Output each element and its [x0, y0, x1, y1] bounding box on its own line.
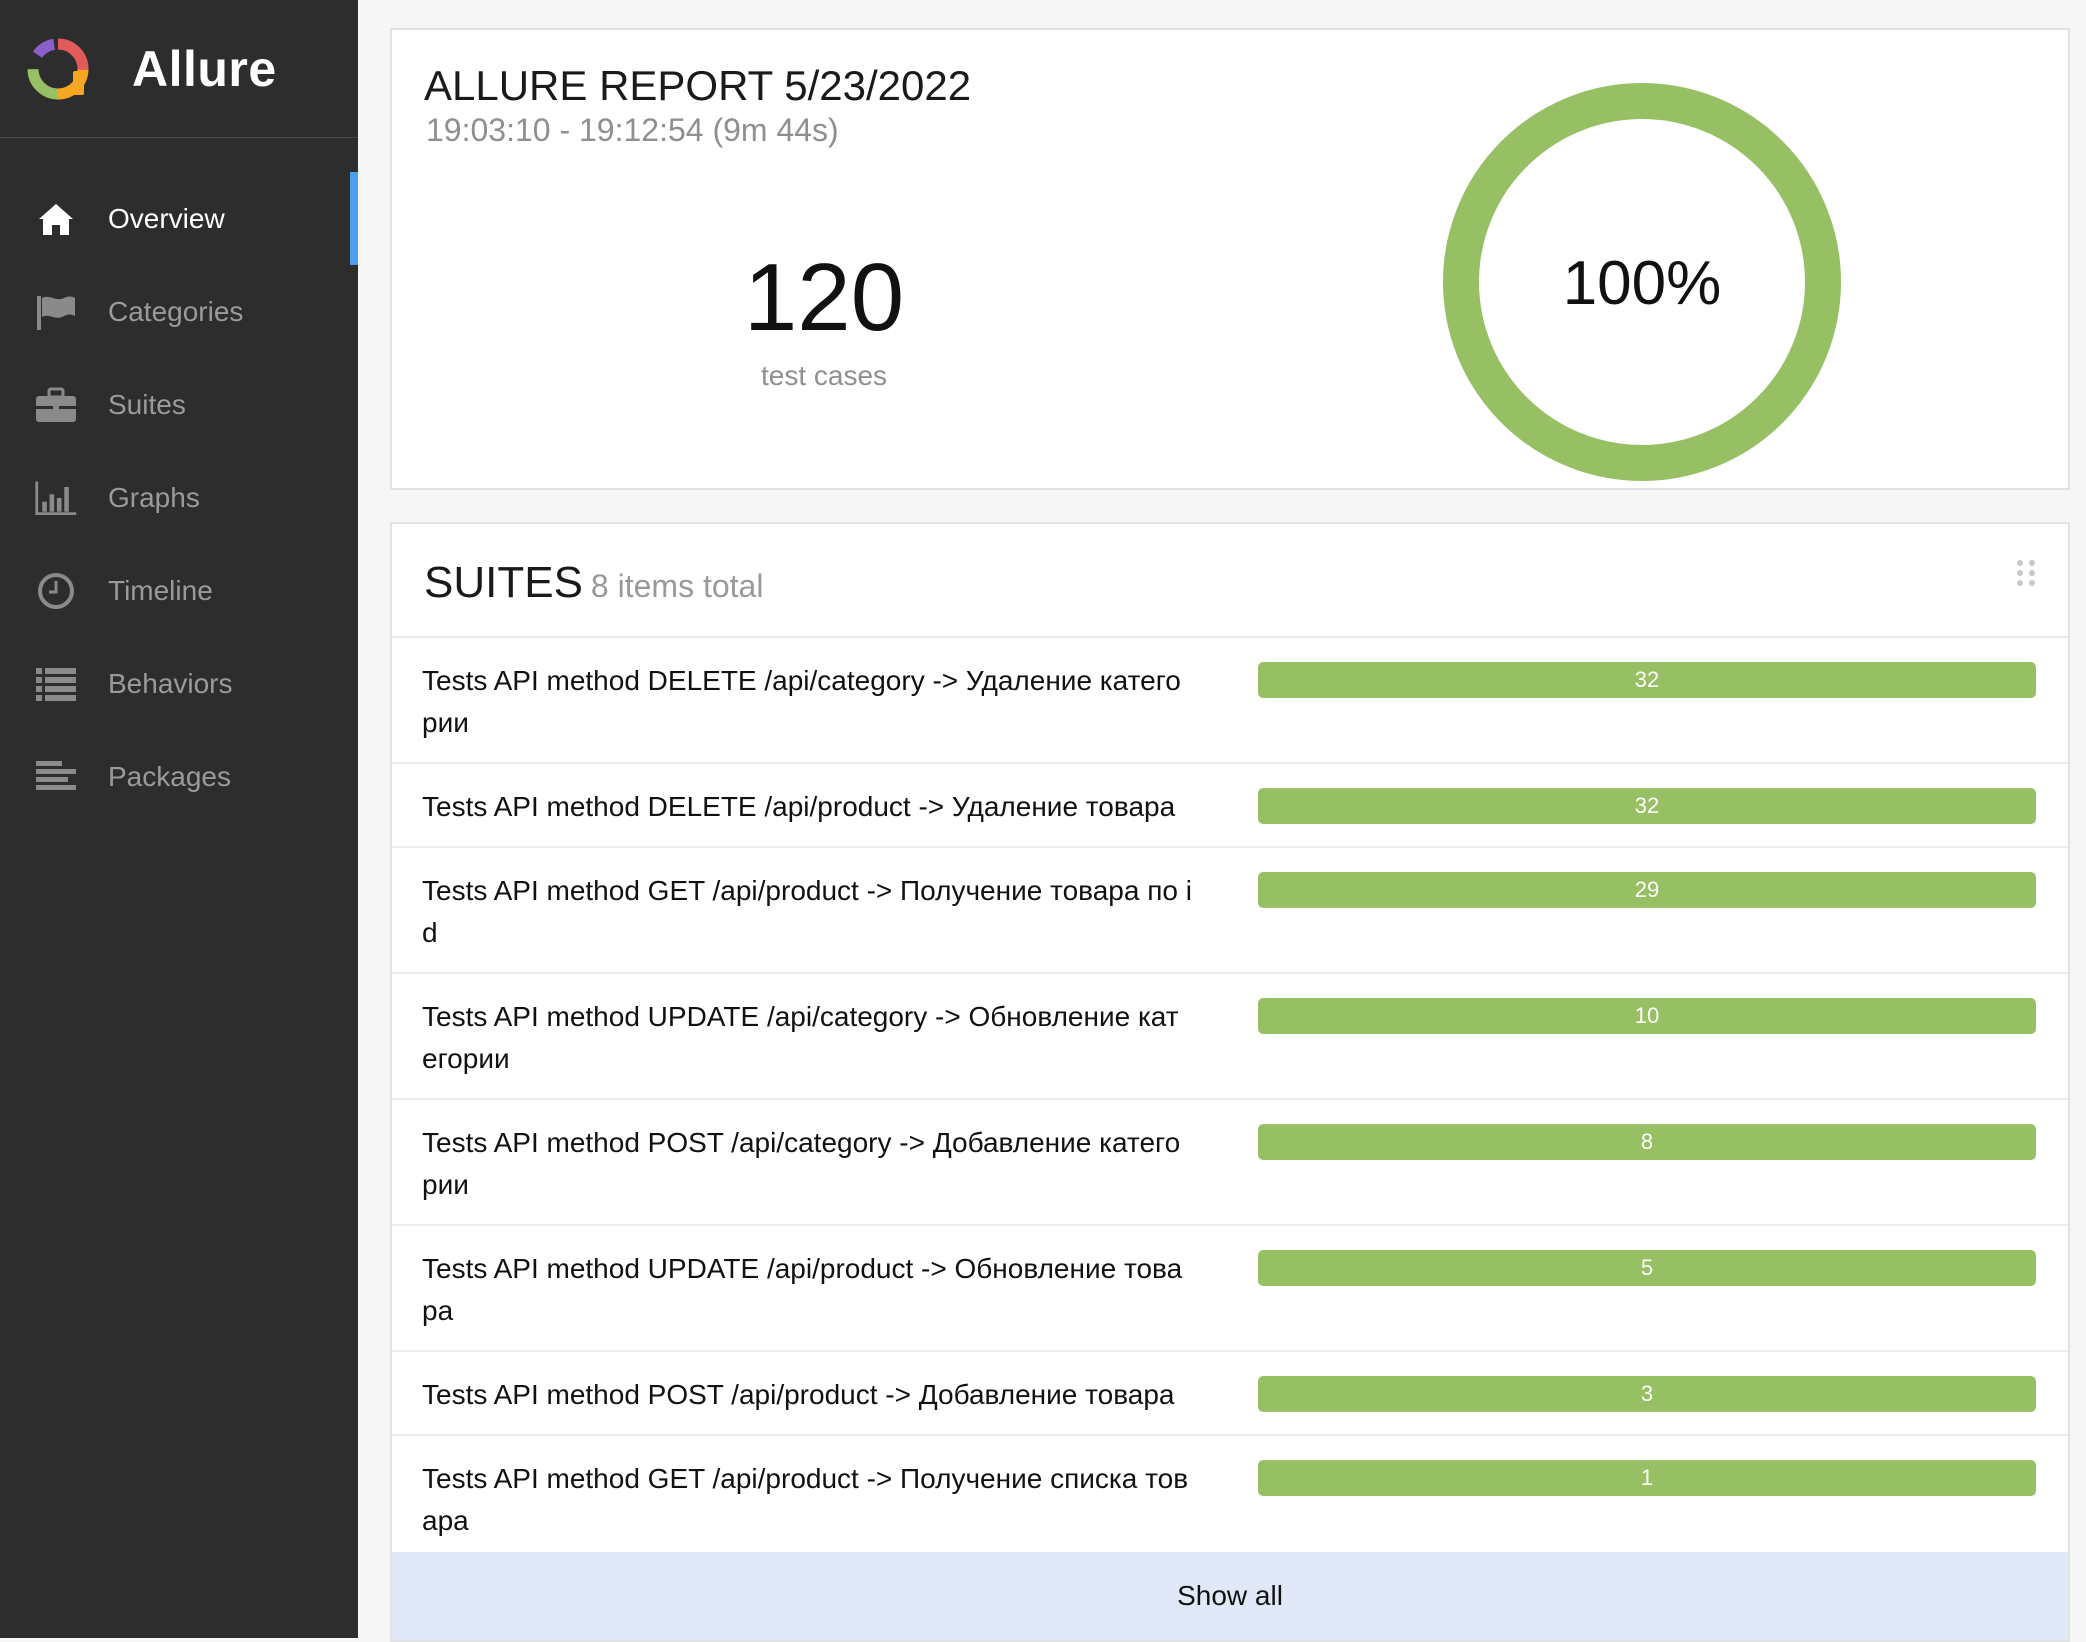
allure-logo-icon: [27, 38, 89, 99]
sidebar: Allure Overview Categories Suites Graphs: [0, 0, 358, 1638]
nav-label: Overview: [108, 202, 225, 234]
nav-item-timeline[interactable]: Timeline: [0, 544, 358, 637]
flag-icon: [34, 292, 78, 332]
suite-count: 5: [1258, 1250, 2036, 1286]
success-rate-text: 100%: [1563, 249, 1722, 318]
suite-count: 32: [1258, 662, 2036, 698]
clock-icon: [34, 571, 78, 611]
nav-label: Graphs: [108, 481, 200, 513]
suite-count: 1: [1258, 1460, 2036, 1496]
suite-status-bar: 1: [1258, 1460, 2036, 1496]
nav-label: Timeline: [108, 574, 213, 606]
suite-name: Tests API method GET /api/product -> Пол…: [422, 875, 1192, 948]
suite-name: Tests API method DELETE /api/category ->…: [422, 665, 1181, 738]
suites-title: SUITES 8 items total: [424, 558, 763, 608]
nav-label: Categories: [108, 295, 244, 327]
suite-row[interactable]: Tests API method UPDATE /api/product -> …: [392, 1226, 2068, 1352]
test-case-label: test cases: [760, 360, 888, 391]
nav-label: Behaviors: [108, 667, 233, 699]
show-all-button[interactable]: Show all: [392, 1552, 2068, 1640]
suites-total: 8 items total: [590, 568, 764, 604]
nav-item-behaviors[interactable]: Behaviors: [0, 637, 358, 730]
suite-status-bar: 32: [1258, 788, 2036, 824]
suite-row[interactable]: Tests API method GET /api/product -> Пол…: [392, 848, 2068, 974]
suite-name: Tests API method UPDATE /api/product -> …: [422, 1253, 1183, 1326]
suite-status-bar: 32: [1258, 662, 2036, 698]
suite-row[interactable]: Tests API method UPDATE /api/category ->…: [392, 974, 2068, 1100]
suite-row[interactable]: Tests API method GET /api/product -> Пол…: [392, 1436, 2068, 1562]
test-case-count: 120: [743, 244, 905, 351]
suite-row[interactable]: Tests API method POST /api/product -> До…: [392, 1352, 2068, 1436]
align-left-icon: [34, 757, 78, 797]
brand[interactable]: Allure: [0, 0, 358, 138]
suite-count: 3: [1258, 1376, 2036, 1412]
nav-item-graphs[interactable]: Graphs: [0, 451, 358, 544]
suites-title-text: SUITES: [424, 558, 583, 607]
suite-status-bar: 5: [1258, 1250, 2036, 1286]
report-title: ALLURE REPORT 5/23/2022: [424, 62, 972, 109]
suite-name: Tests API method UPDATE /api/category ->…: [422, 1001, 1179, 1074]
nav-label: Packages: [108, 760, 231, 792]
suite-status-bar: 10: [1258, 998, 2036, 1034]
suite-name: Tests API method POST /api/category -> Д…: [422, 1127, 1181, 1200]
briefcase-icon: [34, 385, 78, 425]
suite-count: 32: [1258, 788, 2036, 824]
list-icon: [34, 664, 78, 704]
suite-name: Tests API method DELETE /api/product -> …: [422, 791, 1176, 822]
bar-chart-icon: [34, 478, 78, 518]
report-time-range: 19:03:10 - 19:12:54 (9m 44s): [426, 112, 839, 148]
suite-row[interactable]: Tests API method POST /api/category -> Д…: [392, 1100, 2068, 1226]
success-rate-donut[interactable]: 100%: [1442, 82, 1842, 482]
sidebar-nav: Overview Categories Suites Graphs Timeli…: [0, 172, 358, 823]
suite-name: Tests API method POST /api/product -> До…: [422, 1379, 1175, 1410]
suite-count: 29: [1258, 872, 2036, 908]
suite-count: 8: [1258, 1124, 2036, 1160]
suites-widget: SUITES 8 items total Tests API method DEL…: [390, 522, 2070, 1642]
suite-count: 10: [1258, 998, 2036, 1034]
suite-status-bar: 8: [1258, 1124, 2036, 1160]
nav-item-overview[interactable]: Overview: [0, 172, 358, 265]
suite-row[interactable]: Tests API method DELETE /api/category ->…: [392, 638, 2068, 764]
home-icon: [34, 199, 78, 239]
brand-name: Allure: [132, 40, 277, 97]
nav-label: Suites: [108, 388, 186, 420]
suite-name: Tests API method GET /api/product -> Пол…: [422, 1463, 1189, 1536]
suites-header: SUITES 8 items total: [392, 524, 2068, 638]
main-content: ALLURE REPORT 5/23/2022 19:03:10 - 19:12…: [358, 0, 2086, 1642]
suite-status-bar: 3: [1258, 1376, 2036, 1412]
summary-widget: ALLURE REPORT 5/23/2022 19:03:10 - 19:12…: [390, 28, 2070, 490]
drag-handle-icon[interactable]: [2014, 558, 2038, 588]
suite-row[interactable]: Tests API method DELETE /api/product -> …: [392, 764, 2068, 848]
suite-status-bar: 29: [1258, 872, 2036, 908]
nav-item-packages[interactable]: Packages: [0, 730, 358, 823]
nav-item-categories[interactable]: Categories: [0, 265, 358, 358]
nav-item-suites[interactable]: Suites: [0, 358, 358, 451]
